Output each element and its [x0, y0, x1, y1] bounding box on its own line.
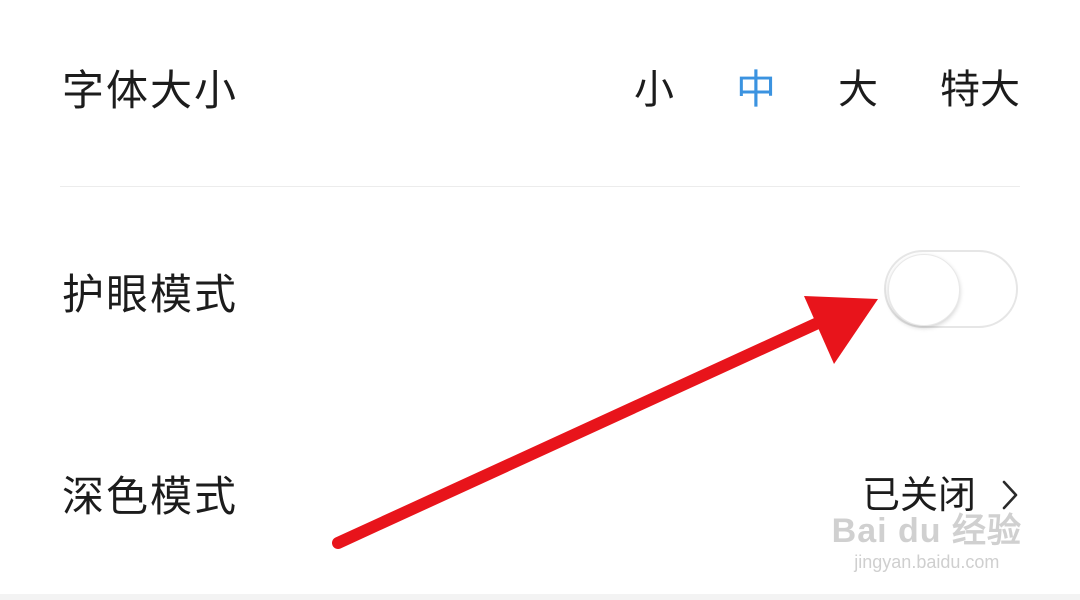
dark-mode-status: 已关闭: [861, 473, 976, 517]
font-size-label: 字体大小: [62, 66, 239, 115]
arrow-shaft: [332, 316, 826, 549]
eye-care-mode-label: 护眼模式: [62, 270, 239, 319]
dark-mode-label: 深色模式: [62, 472, 239, 521]
font-size-option-extra-large[interactable]: 特大: [940, 70, 1020, 110]
chevron-right-icon: [1002, 480, 1018, 510]
font-size-options: 小 中 大 特大: [634, 68, 1020, 112]
watermark-logo: Bai du 经验: [831, 512, 1022, 551]
font-size-option-medium[interactable]: 中: [736, 70, 776, 110]
toggle-knob: [888, 254, 960, 326]
font-size-option-large[interactable]: 大: [838, 70, 878, 110]
watermark-url: jingyan.baidu.com: [854, 552, 1000, 573]
row-divider: [60, 186, 1020, 187]
font-size-option-small[interactable]: 小: [634, 70, 674, 110]
eye-care-mode-toggle[interactable]: [884, 250, 1018, 328]
settings-screen: 字体大小 小 中 大 特大 护眼模式 深色模式 已关闭 Bai du 经验 ji…: [0, 0, 1080, 600]
watermark: Bai du 经验 jingyan.baidu.com: [832, 514, 1022, 574]
dark-mode-entry[interactable]: 已关闭: [862, 476, 1018, 514]
arrow-head: [804, 296, 878, 364]
bottom-strip: [0, 594, 1080, 600]
